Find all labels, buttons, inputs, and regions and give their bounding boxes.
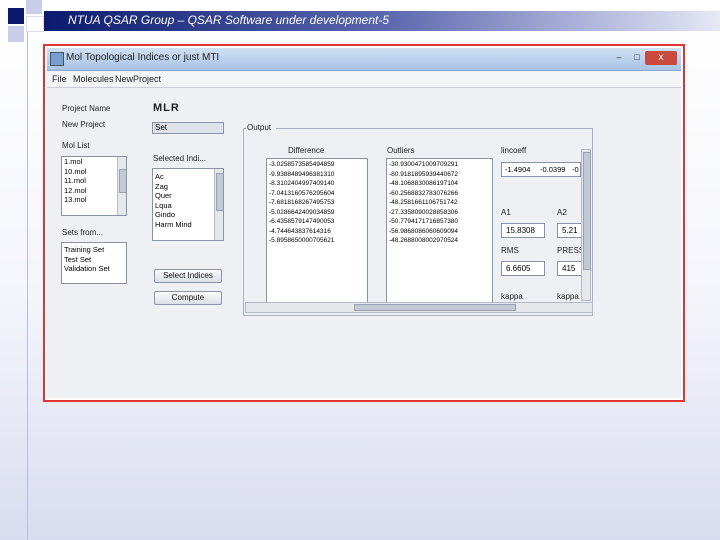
list-item[interactable]: Lqua — [153, 201, 223, 211]
output-label: Output — [247, 123, 272, 132]
mol-list[interactable]: 1.mol 10.mol 11.mol 12.mol 13.mol — [61, 156, 127, 216]
list-item: -30.9300471009709291 — [389, 161, 459, 168]
menu-molecules[interactable]: Molecules — [73, 74, 114, 84]
sets-list[interactable]: Training Set Test Set Validation Set — [61, 242, 127, 284]
lincoeff-value: -1.4904 — [505, 165, 531, 174]
list-item: -6.4358579147490053 — [269, 218, 335, 225]
scrollbar-thumb[interactable] — [583, 152, 591, 270]
indices-scrollbar[interactable] — [214, 169, 223, 240]
list-item: -7.6818168267495753 — [269, 199, 335, 206]
list-item: -60.2568832783076266 — [389, 189, 459, 197]
lincoeff-label: lincoeff — [501, 146, 527, 155]
slide-decoration-square — [26, 0, 42, 14]
menu-file[interactable]: File — [52, 74, 67, 84]
project-name-label: Project Name — [62, 104, 111, 113]
list-item[interactable]: Harm Mind — [153, 220, 223, 230]
outliers-header: Outliers — [387, 146, 415, 155]
list-item: -80.9181895939440672 — [389, 170, 459, 178]
list-item: -9.9388489496381310 — [269, 170, 335, 178]
window-title: Mol Topological Indices or just MTI — [66, 52, 220, 63]
scrollbar-thumb[interactable] — [216, 173, 223, 211]
list-item: -7.0413160576295604 — [269, 189, 335, 197]
kappa-label-2: kappa — [557, 292, 579, 301]
window-titlebar[interactable]: Mol Topological Indices or just MTI – □ … — [47, 48, 681, 71]
list-item: -3.0258573585494859 — [269, 161, 335, 168]
list-item[interactable]: Validation Set — [62, 264, 126, 274]
rms-label: RMS — [501, 246, 519, 255]
slide-decoration-square — [8, 26, 24, 42]
slide-decoration-square — [8, 8, 24, 24]
lincoeff-value: -0.0399 — [540, 165, 566, 174]
minimize-button[interactable]: – — [613, 52, 625, 62]
set-button[interactable]: Set — [152, 122, 224, 134]
a1-label: A1 — [501, 208, 511, 217]
selected-indices-label: Selected Indi... — [153, 154, 206, 163]
outliers-list[interactable]: -30.9300471009709291 -80.918189593944067… — [386, 158, 493, 303]
list-item: -48.1068830086197104 — [389, 180, 459, 187]
slide-title: NTUA QSAR Group – QSAR Software under de… — [68, 13, 390, 27]
mol-list-label: Mol List — [62, 141, 90, 150]
maximize-button[interactable]: □ — [631, 52, 643, 62]
lincoeff-value: -0 — [572, 165, 579, 174]
list-item: -48.2581661106751742 — [389, 199, 458, 206]
list-item[interactable]: Quer — [153, 191, 223, 201]
list-item: -5.0286642409034859 — [269, 208, 335, 216]
list-item[interactable]: Test Set — [62, 255, 126, 265]
menu-newproject[interactable]: NewProject — [115, 74, 161, 84]
a1-field[interactable]: 15.8308 — [501, 223, 545, 238]
difference-list[interactable]: -3.0258573585494859 -9.9388489496381310 … — [266, 158, 368, 303]
sets-label: Sets from... — [62, 228, 103, 237]
lincoeff-field[interactable]: -1.4904 -0.0399 -0 — [501, 162, 581, 177]
slide-side-line — [27, 32, 28, 540]
slide-decoration-square — [26, 16, 44, 32]
list-item: -8.3102404997409140 — [269, 180, 335, 187]
list-item: -5.8958650000705621 — [269, 237, 335, 244]
app-window: Mol Topological Indices or just MTI – □ … — [47, 48, 681, 398]
selected-indices-list[interactable]: Ac Zag Quer Lqua Gindo Harm Mind — [152, 168, 224, 241]
list-item: -4.744643837614316 — [269, 227, 331, 235]
list-item[interactable]: Ac — [153, 172, 223, 182]
new-project-label: New Project — [62, 120, 106, 129]
list-item: -27.3358090028858306 — [389, 208, 459, 216]
app-icon — [50, 52, 64, 66]
list-item: -50.7794171716857380 — [389, 218, 459, 225]
list-item: -48.2688008002970524 — [389, 237, 459, 244]
mol-list-scrollbar[interactable] — [117, 157, 126, 215]
output-vertical-scrollbar[interactable] — [581, 149, 591, 301]
rms-field[interactable]: 6.6605 — [501, 261, 545, 276]
a2-label: A2 — [557, 208, 567, 217]
project-name-value: MLR — [153, 102, 180, 114]
scrollbar-thumb[interactable] — [354, 304, 516, 311]
compute-button[interactable]: Compute — [154, 291, 222, 305]
output-horizontal-scrollbar[interactable] — [245, 302, 593, 313]
select-indices-button[interactable]: Select Indices — [154, 269, 222, 283]
screenshot-frame: Mol Topological Indices or just MTI – □ … — [43, 44, 685, 402]
menu-bar: File Molecules NewProject — [47, 71, 681, 88]
list-item[interactable]: Training Set — [62, 245, 126, 255]
close-button[interactable]: x — [645, 51, 677, 65]
scrollbar-thumb[interactable] — [119, 169, 126, 193]
list-item: -56.9868086060609094 — [389, 227, 459, 235]
list-item[interactable]: Zag — [153, 182, 223, 192]
kappa-label: kappa — [501, 292, 523, 301]
difference-header: Difference — [288, 146, 325, 155]
list-item[interactable]: Gindo — [153, 210, 223, 220]
